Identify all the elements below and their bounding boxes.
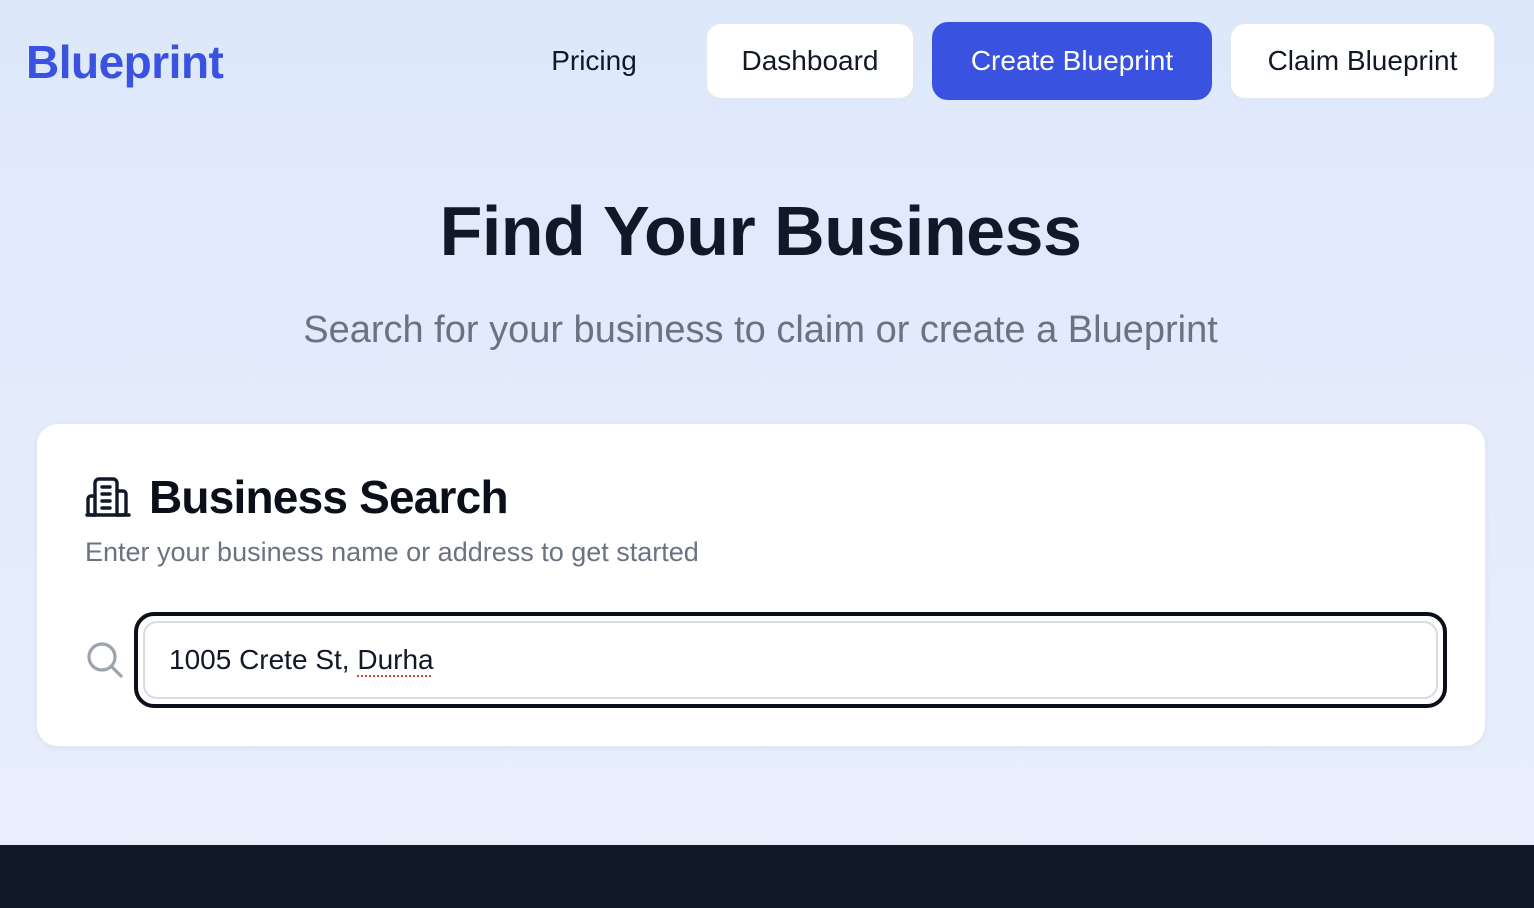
footer <box>0 845 1534 908</box>
search-field-focus-ring: 1005 Crete St, Durha <box>134 612 1447 708</box>
nav-link-pricing[interactable]: Pricing <box>520 22 668 100</box>
search-icon <box>85 640 125 680</box>
create-blueprint-button[interactable]: Create Blueprint <box>932 22 1212 100</box>
dashboard-button[interactable]: Dashboard <box>705 22 915 100</box>
claim-blueprint-button[interactable]: Claim Blueprint <box>1229 22 1496 100</box>
card-description: Enter your business name or address to g… <box>85 537 699 567</box>
search-input-misspelled-text: Durha <box>357 644 434 675</box>
page-subtitle: Search for your business to claim or cre… <box>303 309 1218 351</box>
business-search-input[interactable]: 1005 Crete St, Durha <box>143 621 1438 699</box>
building-icon <box>85 474 131 520</box>
search-input-text: 1005 Crete St, <box>169 644 358 675</box>
logo[interactable]: Blueprint <box>26 34 224 90</box>
card-title: Business Search <box>149 471 509 523</box>
page-title: Find Your Business <box>439 192 1082 270</box>
business-search-card: Business Search Enter your business name… <box>36 423 1486 747</box>
top-navigation: Blueprint Pricing Dashboard Create Bluep… <box>0 0 1534 124</box>
